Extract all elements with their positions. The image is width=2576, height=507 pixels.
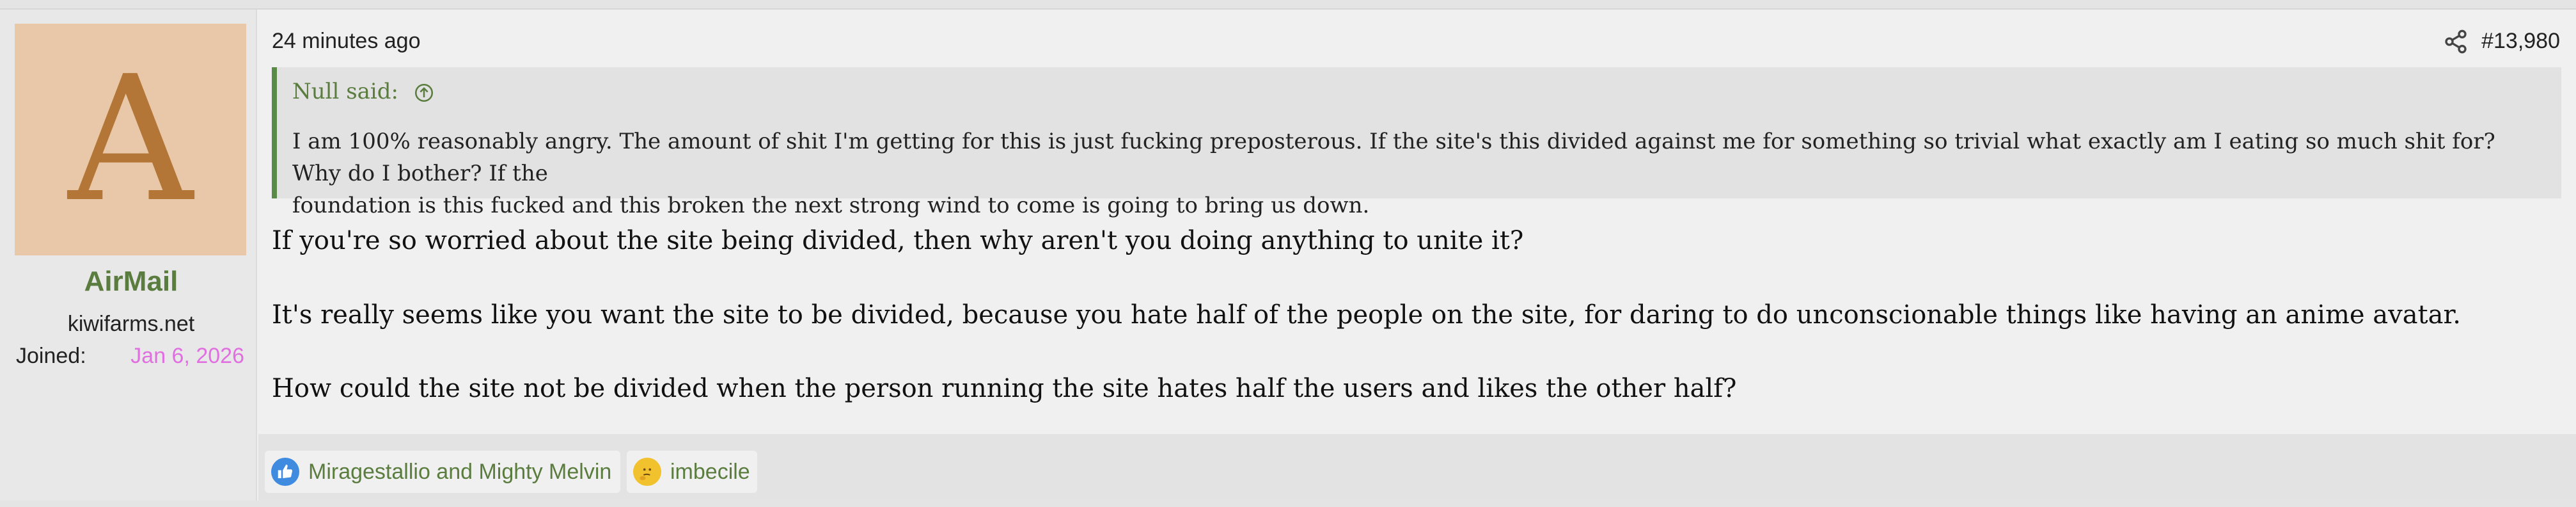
reaction-label: imbecile [670,459,750,484]
quote-block: Null said: I am 100% reasonably angry. T… [272,67,2561,218]
reaction-like[interactable]: Miragestallio and Mighty Melvin [265,451,620,493]
quote-author-link[interactable]: Null said: [292,79,435,104]
post-timestamp[interactable]: 24 minutes ago [272,29,421,54]
forum-post: A AirMail kiwifarms.net Joined: Jan 6, 2… [0,8,2576,501]
share-icon[interactable] [2443,29,2469,54]
thinking-emoji-icon [633,458,661,486]
reactions-bar: Miragestallio and Mighty Melvin imbecile [258,434,2576,501]
arrow-up-circle-icon[interactable] [413,82,435,104]
quote-line: foundation is this fucked and this broke… [292,193,1370,218]
reaction-imbecile[interactable]: imbecile [627,451,757,493]
user-sidebar: A AirMail kiwifarms.net Joined: Jan 6, 2… [0,10,257,501]
user-title: kiwifarms.net [67,312,195,336]
username-link[interactable]: AirMail [0,266,262,298]
quote-author-label: Null said: [292,79,399,104]
post-paragraph: It's really seems like you want the site… [272,300,2461,330]
post-number-link[interactable]: #13,980 [2481,29,2560,54]
like-icon [271,458,299,486]
joined-date: Jan 6, 2026 [130,344,244,368]
post-paragraph: If you're so worried about the site bein… [272,226,1524,255]
avatar[interactable]: A [15,24,246,255]
quote-text: I am 100% reasonably angry. The amount o… [292,125,2546,221]
post-paragraph: How could the site not be divided when t… [272,374,1737,403]
joined-label: Joined: [16,344,86,368]
quote-line: I am 100% reasonably angry. The amount o… [292,129,2495,186]
post-main: 24 minutes ago #13,980 Null said: I am 1… [258,10,2576,501]
reaction-label: Miragestallio and Mighty Melvin [308,459,612,484]
